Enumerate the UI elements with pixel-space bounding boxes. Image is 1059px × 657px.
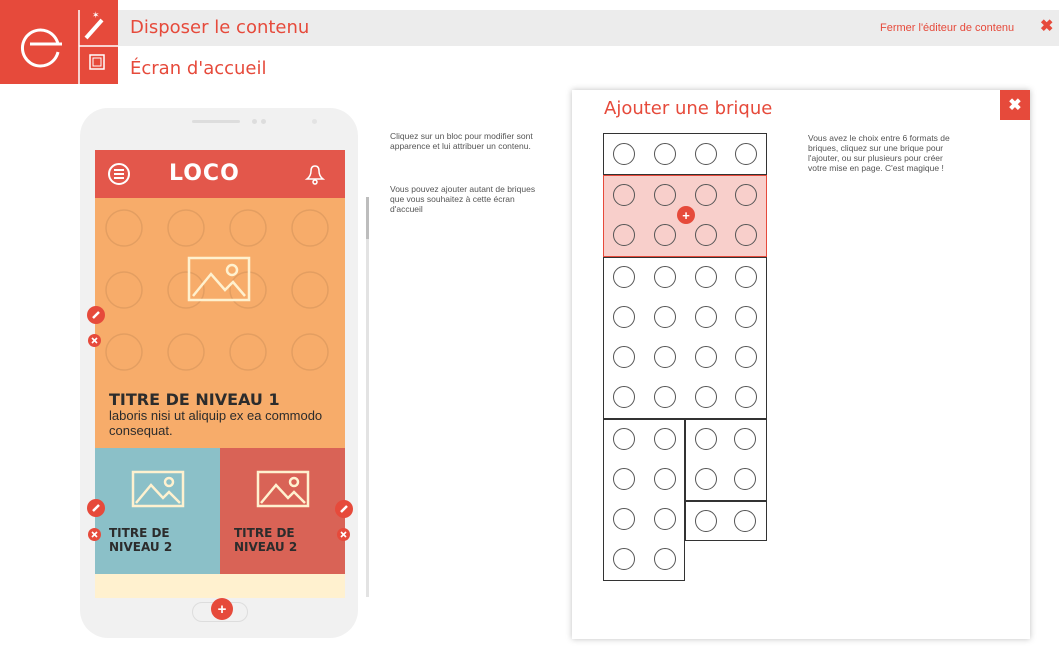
close-icon (91, 531, 98, 538)
logo-icon: ✶ (20, 10, 118, 84)
brick-stud (613, 468, 635, 490)
brick-stud (735, 224, 757, 246)
modal-help-text: Vous avez le choix entre 6 formats de br… (808, 133, 950, 173)
phone-camera (312, 119, 317, 124)
close-editor-icon[interactable]: ✖ (1040, 16, 1056, 36)
brick-option-1x4[interactable] (603, 133, 767, 175)
brick-stud (695, 143, 717, 165)
page-title: Disposer le contenu (130, 17, 310, 38)
modal-close-button[interactable]: ✖ (1000, 90, 1030, 120)
level2-title-line: NIVEAU 2 (234, 540, 298, 554)
menu-icon[interactable] (107, 162, 131, 186)
help-text-add: Vous pouvez ajouter autant de briques qu… (390, 184, 536, 214)
brick-stud (613, 428, 635, 450)
close-icon (340, 531, 347, 538)
brick-stud (613, 548, 635, 570)
brick-stud (735, 306, 757, 328)
add-brick-button[interactable]: + (211, 598, 233, 620)
brick-option-1x2[interactable] (685, 501, 767, 541)
brick-stud (695, 184, 717, 206)
phone-sensor (261, 119, 266, 124)
brick-stud (695, 428, 717, 450)
brick-stud (734, 468, 756, 490)
brick-stud (613, 143, 635, 165)
brick-stud (654, 468, 676, 490)
help-text-edit: Cliquez sur un bloc pour modifier sont a… (390, 131, 533, 151)
level1-title: TITRE DE NIVEAU 1 (109, 390, 280, 409)
brick-stud (613, 306, 635, 328)
screen-title: Écran d'accueil (130, 58, 267, 79)
app-logo-text: LOCO (169, 161, 240, 186)
close-icon (91, 337, 98, 344)
brick-stud (654, 428, 676, 450)
image-placeholder-icon (256, 470, 310, 508)
brick-stud (654, 346, 676, 368)
app-logo: ✶ (0, 0, 118, 84)
level2-title: TITRE DE NIVEAU 2 (234, 526, 297, 554)
level1-text: laboris nisi ut aliquip ex ea commodo co… (109, 408, 323, 438)
brick-stud (695, 306, 717, 328)
delete-block-button[interactable] (88, 528, 101, 541)
brick-stud (695, 224, 717, 246)
brick-stud (734, 510, 756, 532)
brick-stud (654, 508, 676, 530)
modal-title: Ajouter une brique (604, 98, 773, 119)
brick-stud (734, 428, 756, 450)
phone-screen: LOCO TITRE DE NIVEAU 1 laboris nisi ut a… (95, 150, 345, 598)
phone-sensor (252, 119, 257, 124)
brick-stud (654, 184, 676, 206)
brick-stud (695, 346, 717, 368)
level2-block-left[interactable]: TITRE DE NIVEAU 2 (95, 448, 220, 574)
level2-title-line: TITRE DE (109, 526, 170, 540)
brick-stud (613, 266, 635, 288)
level2-title-line: NIVEAU 2 (109, 540, 173, 554)
image-placeholder-icon (131, 470, 185, 508)
phone-speaker (192, 120, 240, 123)
pencil-icon (340, 505, 348, 513)
level2-title: TITRE DE NIVEAU 2 (109, 526, 172, 554)
brick-stud (695, 468, 717, 490)
brick-stud (613, 224, 635, 246)
edit-block-button[interactable] (87, 499, 105, 517)
brick-option-4x4[interactable] (603, 257, 767, 419)
brick-stud (654, 266, 676, 288)
level2-title-line: TITRE DE (234, 526, 295, 540)
add-brick-icon[interactable]: + (677, 206, 695, 224)
brick-stud (695, 266, 717, 288)
close-editor-link[interactable]: Fermer l'éditeur de contenu (880, 22, 1014, 34)
edit-block-button[interactable] (335, 500, 353, 518)
brick-stud (735, 143, 757, 165)
brick-stud (613, 386, 635, 408)
brick-stud (735, 386, 757, 408)
svg-text:✶: ✶ (92, 10, 100, 20)
image-placeholder-icon (187, 256, 251, 302)
brick-stud (613, 508, 635, 530)
brick-option-4x2[interactable] (603, 419, 685, 581)
brick-stud (735, 346, 757, 368)
scrollbar-thumb[interactable] (366, 197, 369, 239)
scrollbar-track[interactable] (366, 197, 369, 597)
level2-block-right[interactable]: TITRE DE NIVEAU 2 (220, 448, 345, 574)
brick-stud (695, 386, 717, 408)
delete-block-button[interactable] (88, 334, 101, 347)
app-header: LOCO (95, 150, 345, 198)
pencil-icon (92, 504, 100, 512)
brick-stud (654, 224, 676, 246)
delete-block-button[interactable] (337, 528, 350, 541)
brick-stud (654, 386, 676, 408)
brick-stud (654, 548, 676, 570)
level1-block[interactable]: TITRE DE NIVEAU 1 laboris nisi ut aliqui… (95, 198, 345, 448)
brick-stud (613, 184, 635, 206)
edit-block-button[interactable] (87, 306, 105, 324)
pencil-icon (92, 311, 100, 319)
brick-stud (695, 510, 717, 532)
brick-stud (654, 143, 676, 165)
brick-stud (735, 266, 757, 288)
brick-option-2x2[interactable] (685, 419, 767, 501)
brick-stud (735, 184, 757, 206)
brick-stud (613, 346, 635, 368)
bell-icon[interactable] (303, 162, 325, 186)
brick-stud (654, 306, 676, 328)
